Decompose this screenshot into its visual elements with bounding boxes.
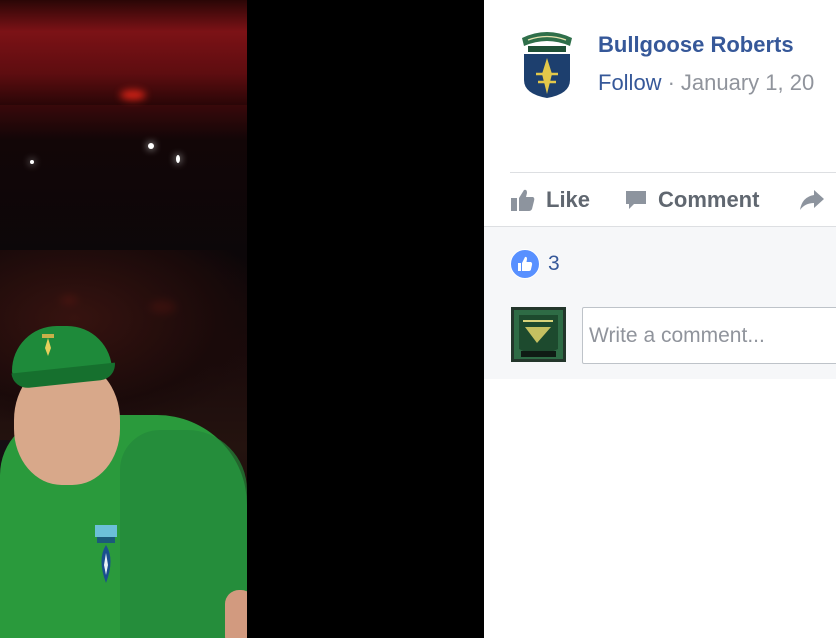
speech-bubble-icon bbox=[626, 191, 646, 209]
share-button[interactable] bbox=[798, 180, 836, 220]
reaction-count: 3 bbox=[548, 252, 560, 275]
meta-separator: · bbox=[667, 70, 675, 95]
photo-light bbox=[30, 160, 34, 164]
thumbs-up-icon bbox=[518, 256, 533, 271]
photo-viewer[interactable] bbox=[0, 0, 484, 638]
author-avatar-icon[interactable] bbox=[520, 30, 574, 98]
photo-arm bbox=[225, 590, 247, 638]
share-arrow-icon bbox=[800, 190, 824, 210]
comment-label: Comment bbox=[658, 187, 760, 212]
post-panel: Bullgoose Roberts Follow · January 1, 20 L… bbox=[484, 0, 836, 638]
cap-logo-icon bbox=[42, 334, 54, 356]
post-photo[interactable] bbox=[0, 0, 247, 638]
photo-ceiling bbox=[0, 0, 247, 105]
post-actions: Like Comment bbox=[510, 180, 836, 220]
post-date[interactable]: January 1, 20 bbox=[681, 70, 814, 95]
reaction-summary[interactable]: 3 bbox=[510, 249, 560, 279]
post-header: Bullgoose Roberts Follow · January 1, 20 bbox=[484, 0, 836, 172]
photo-light bbox=[148, 143, 154, 149]
photo-light bbox=[176, 155, 180, 163]
composer-avatar-icon bbox=[511, 307, 566, 362]
photo-red-glow bbox=[120, 90, 146, 100]
like-reaction-icon bbox=[510, 249, 540, 279]
reactions-area: 3 bbox=[484, 226, 836, 379]
shirt-logo-icon bbox=[95, 525, 117, 583]
like-button[interactable]: Like bbox=[510, 180, 590, 220]
comment-button[interactable]: Comment bbox=[624, 180, 759, 220]
actions-divider bbox=[510, 172, 836, 173]
like-label: Like bbox=[546, 187, 591, 212]
comment-input[interactable] bbox=[582, 307, 836, 364]
thumbs-up-icon bbox=[511, 189, 535, 211]
follow-link[interactable]: Follow bbox=[598, 70, 662, 95]
author-name[interactable]: Bullgoose Roberts bbox=[598, 32, 794, 58]
post-meta: Follow · January 1, 20 bbox=[598, 70, 814, 96]
